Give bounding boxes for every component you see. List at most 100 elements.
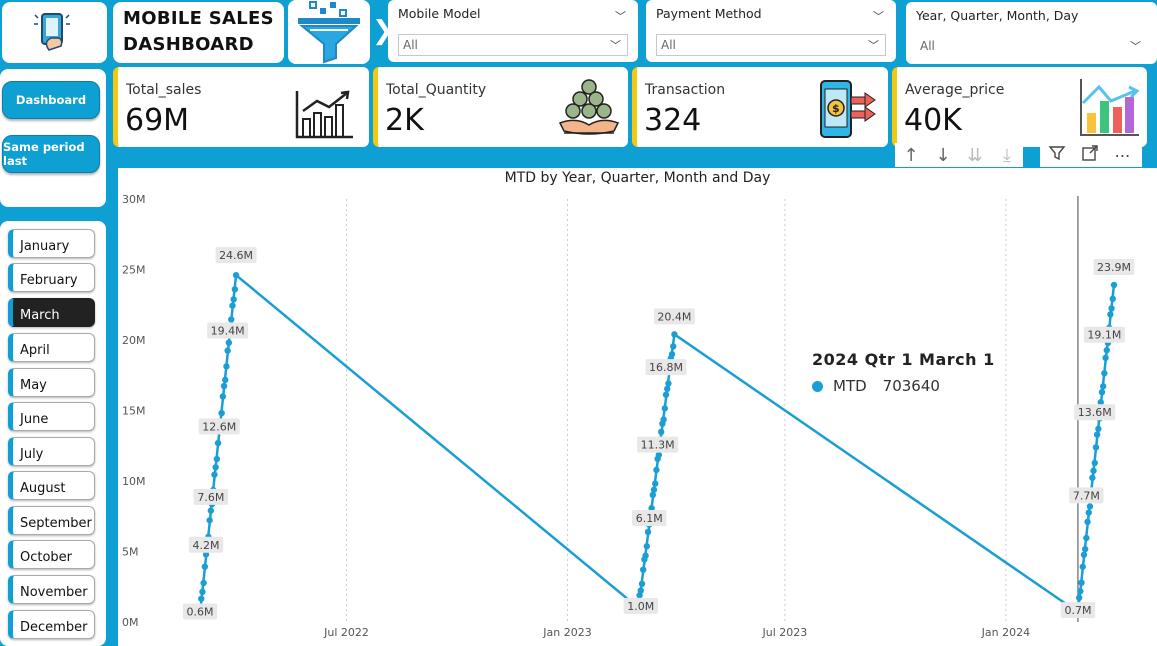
data-point [1101,370,1108,377]
data-point [661,405,669,412]
focus-mode-icon[interactable] [1073,144,1106,167]
next-level-icon[interactable]: ⇊ [959,145,991,166]
data-point [642,552,649,559]
chevron-down-icon: ﹀ [1130,40,1141,53]
data-label: 11.3M [641,439,675,452]
month-button-february[interactable]: February [8,263,95,292]
data-point [1075,594,1083,601]
slicer-dropdown[interactable]: All ﹀ [656,34,886,56]
data-point [1079,563,1086,570]
kpi-label: Average_price [905,82,1005,98]
slicer-mobile-model[interactable]: Mobile Model ﹀ All ﹀ [388,0,638,62]
kpi-value: 40K [904,103,962,138]
data-point [1108,305,1115,312]
month-button-april[interactable]: April [8,333,95,362]
tooltip-series-marker [812,380,823,392]
month-button-november[interactable]: November [8,575,95,604]
month-button-september[interactable]: September [8,506,95,535]
data-point [1093,431,1101,438]
data-point [1085,509,1092,516]
data-label: 1.0M [627,600,654,613]
slicer-label: Mobile Model [398,6,481,21]
x-tick-label: Jan 2024 [981,626,1030,639]
data-point [662,391,670,398]
colored-bar-chart-icon [1080,79,1140,136]
y-tick-label: 10M [122,475,146,488]
data-point [214,439,222,447]
data-label: 24.6M [219,249,253,262]
y-tick-label: 5M [122,546,139,559]
kpi-total-sales: Total_sales 69M [113,67,369,147]
data-point [212,464,219,471]
slicer-payment-method[interactable]: Payment Method ﹀ All ﹀ [646,0,896,62]
data-point [219,393,227,400]
month-button-march[interactable]: March [8,298,95,327]
month-button-october[interactable]: October [8,540,95,569]
chevron-down-icon[interactable]: ﹀ [615,8,626,24]
data-point [1107,311,1114,318]
month-button-december[interactable]: December [8,610,95,639]
data-point [658,428,665,436]
data-point [199,588,206,596]
funnel-icon [298,1,360,64]
month-button-may[interactable]: May [8,368,95,397]
kpi-value: 324 [644,103,702,138]
data-point [653,466,660,474]
data-point [639,566,647,573]
drill-down-icon[interactable]: ↓ [927,145,959,166]
expand-hierarchy-icon[interactable]: ⤓ [991,145,1023,166]
kpi-average-price: Average_price 40K [892,67,1147,147]
title-line-2: DASHBOARD [123,34,254,55]
data-point [218,409,225,417]
same-period-last-button[interactable]: Same period last [2,135,100,173]
mtd-line-chart: MTD by Year, Quarter, Month and Day 0M 5M… [118,168,1157,646]
x-tick-label: Jan 2023 [542,626,591,639]
data-point [1089,474,1096,481]
data-point [671,331,678,338]
data-point [230,296,237,303]
bar-chart-growth-icon [295,90,353,139]
chevron-down-icon: ﹀ [868,39,879,52]
kpi-label: Total_sales [126,82,202,98]
drill-toolbar: ↑ ↓ ⇊ ⤓ [895,143,1023,167]
data-point [1081,545,1089,553]
month-button-june[interactable]: June [8,402,95,431]
data-point [225,339,233,346]
dashboard-title: MOBILE SALES DASHBOARD [113,2,284,63]
more-options-icon[interactable]: ⋯ [1106,146,1139,165]
phone-icon [34,13,70,51]
filter-icon[interactable] [1040,144,1073,167]
slicer-dropdown[interactable]: All ﹀ [916,36,1147,58]
chevron-down-icon: ﹀ [610,39,621,52]
data-point [1090,467,1097,474]
drill-up-icon[interactable]: ↑ [895,145,927,166]
slicer-date-hierarchy[interactable]: Year, Quarter, Month, Day All ﹀ [906,2,1157,64]
month-button-january[interactable]: January [8,229,95,258]
slicer-dropdown[interactable]: All ﹀ [398,34,628,56]
kpi-value: 69M [125,103,190,138]
x-tick-label: Jul 2022 [323,626,369,639]
month-button-august[interactable]: August [8,471,95,500]
data-label: 19.4M [211,324,245,337]
dashboard-button[interactable]: Dashboard [2,81,100,119]
data-point [228,316,235,323]
data-point [1078,579,1085,586]
kpi-value: 2K [385,103,424,138]
month-button-july[interactable]: July [8,437,95,466]
data-label: 0.6M [187,606,214,619]
mtd-line-chart-plot[interactable]: 0M 5M 10M 15M 20M 25M 30M Jul 2022 Jan 2023 Jul 2… [118,168,1157,646]
slicer-label: Payment Method [656,6,762,21]
data-point [232,271,240,279]
data-point [1091,459,1098,467]
svg-text:$: $ [832,102,840,115]
data-point [201,563,209,570]
chevron-down-icon[interactable]: ﹀ [873,8,884,24]
data-point [1098,388,1106,396]
month-slicer: January February March April May June Ju… [0,221,106,646]
filter-funnel-card[interactable] [288,0,370,64]
data-point [1083,534,1090,542]
data-point [211,471,218,478]
y-tick-label: 15M [122,405,146,418]
data-point [213,455,221,463]
slicer-label: Year, Quarter, Month, Day [916,8,1079,23]
